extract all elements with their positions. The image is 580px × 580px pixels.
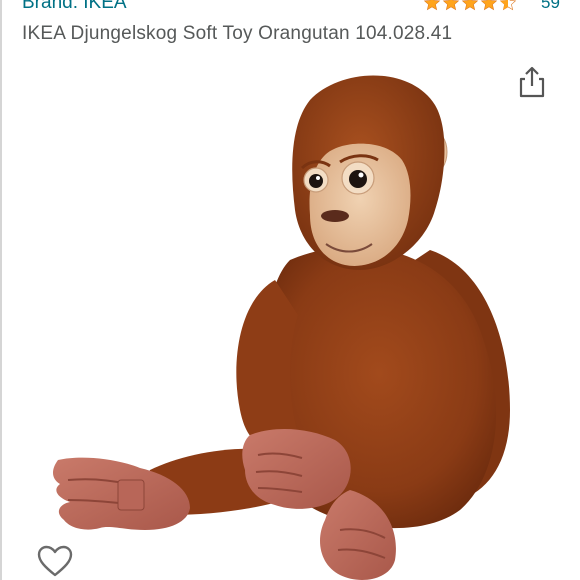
star-full-icon: [442, 0, 460, 11]
product-image[interactable]: [40, 60, 540, 580]
heart-outline-icon: [37, 545, 73, 577]
star-full-icon: [480, 0, 498, 11]
star-full-icon: [461, 0, 479, 11]
star-half-icon: [499, 0, 517, 11]
rating-count[interactable]: 59: [541, 0, 560, 12]
star-full-icon: [423, 0, 441, 11]
star-rating: [423, 0, 517, 12]
product-page: Brand: IKEA 59 IKEA Djungelskog Soft Toy…: [0, 0, 580, 580]
brand-link[interactable]: Brand: IKEA: [22, 0, 127, 14]
rating-summary[interactable]: 59: [423, 0, 560, 12]
divider: [0, 0, 2, 580]
wishlist-button[interactable]: [36, 544, 74, 578]
product-title: IKEA Djungelskog Soft Toy Orangutan 104.…: [22, 23, 453, 44]
